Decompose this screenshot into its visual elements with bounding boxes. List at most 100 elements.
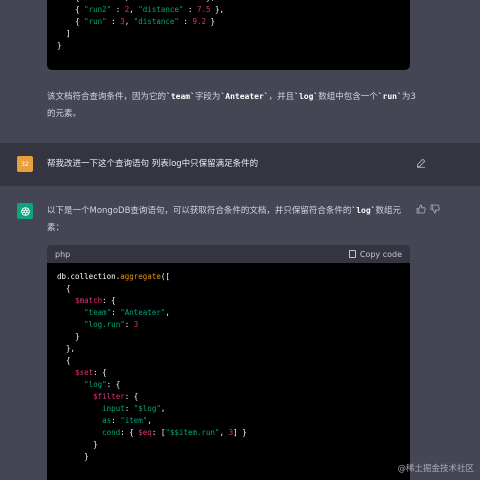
copy-code-button[interactable]: Copy code (348, 249, 402, 259)
code-token: "distance" (138, 0, 183, 2)
code-line: cond: { $eq: ["$$item.run", 3] } (57, 427, 400, 439)
thumbs-up-icon[interactable] (416, 204, 426, 214)
code-token: : { (93, 368, 107, 377)
user-message: 32 帮我改进一下这个查询语句 列表log中只保留满足条件的 (0, 143, 480, 186)
assistant-message-previous: { "run" : 1, "distance" : 8 }, { "run2" … (0, 0, 480, 143)
code-line: { "run2" : 2, "distance" : 7.5 }, (57, 4, 400, 16)
code-token: , (124, 17, 134, 26)
code-line: as: "item", (57, 415, 400, 427)
code-line: "log.run": 3 (57, 319, 400, 331)
code-line: "team": "Anteater", (57, 307, 400, 319)
code-line: db.collection.aggregate([ (57, 271, 400, 283)
code-token: "run" (84, 17, 107, 26)
code-token: : (111, 5, 125, 14)
code-block-header: php Copy code (47, 245, 410, 263)
code-line: $match: { (57, 295, 400, 307)
code-line: input: "$log", (57, 403, 400, 415)
code-language-label: php (55, 249, 71, 259)
code-token: , (160, 404, 166, 413)
code-token: : (124, 404, 134, 413)
code-token: "Anteater" (120, 308, 166, 317)
code-token: db.collection. (57, 272, 121, 281)
code-token: : { (120, 428, 139, 437)
code-line: } (57, 451, 400, 463)
code-token: cond (102, 428, 121, 437)
code-line: { (57, 283, 400, 295)
code-token: }, (210, 5, 225, 14)
code-line: { "run" : 3, "distance" : 9.2 } (57, 16, 400, 28)
code-line: ] (57, 28, 400, 40)
code-token: ([ (160, 272, 170, 281)
code-token: { (75, 0, 84, 2)
code-token: as (102, 416, 112, 425)
code-token: , (125, 0, 139, 2)
watermark: @稀土掘金技术社区 (397, 464, 474, 474)
code-token: { (75, 17, 85, 26)
code-token: "run2" (84, 5, 112, 14)
code-token: { (75, 5, 85, 14)
code-token: 3 (133, 320, 139, 329)
answer-paragraph: 以下是一个MongoDB查询语句，可以获取符合条件的文档，并只保留符合条件的`l… (47, 206, 402, 233)
feedback-buttons (416, 204, 440, 214)
code-token: aggregate (120, 272, 161, 281)
code-line: } (57, 331, 400, 343)
code-token: : (183, 0, 197, 2)
code-line: "log": { (57, 379, 400, 391)
code-token: $match (75, 296, 103, 305)
code-token: "distance" (133, 17, 179, 26)
code-token: 9.2 (192, 17, 207, 26)
code-token: : { (102, 296, 116, 305)
code-line: { (57, 355, 400, 367)
thumbs-down-icon[interactable] (430, 204, 440, 214)
code-token: "item" (120, 416, 148, 425)
clipboard-icon (348, 250, 356, 258)
copy-code-label: Copy code (359, 249, 402, 259)
code-token: "team" (84, 308, 112, 317)
code-token: : { (106, 380, 121, 389)
code-token: : (111, 308, 121, 317)
openai-logo-icon (20, 206, 30, 216)
answer-paragraph: 该文档符合查询条件，因为它的`team`字段为`Anteater`，并且`log… (47, 92, 416, 119)
code-block-previous: { "run" : 1, "distance" : 8 }, { "run2" … (47, 0, 410, 70)
code-token: }, (66, 344, 76, 353)
code-token: { (66, 284, 71, 293)
code-token: , (165, 308, 170, 317)
code-token: } (57, 41, 62, 50)
code-token: ] (66, 29, 71, 38)
code-content: db.collection.aggregate([ { $match: { "t… (47, 263, 410, 467)
code-token: "$$item.run" (165, 428, 220, 437)
code-token: } (84, 452, 89, 461)
code-token: ] } (233, 428, 247, 437)
code-line: $filter: { (57, 391, 400, 403)
code-token: : (178, 17, 193, 26)
code-token: "log" (84, 380, 107, 389)
code-token: : (124, 320, 134, 329)
code-token: : (111, 416, 121, 425)
code-line: $set: { (57, 367, 400, 379)
code-token: "$log" (133, 404, 161, 413)
code-line: }, (57, 343, 400, 355)
code-block: php Copy code db.collection.aggregate([ … (47, 245, 410, 480)
assistant-message: 以下是一个MongoDB查询语句，可以获取符合条件的文档，并只保留符合条件的`l… (0, 186, 480, 480)
assistant-avatar (17, 203, 33, 219)
code-token: : (107, 0, 121, 2)
code-token: } (206, 17, 216, 26)
code-token: }, (202, 0, 215, 2)
code-token: , (219, 428, 229, 437)
user-message-text: 帮我改进一下这个查询语句 列表log中只保留满足条件的 (47, 159, 259, 169)
code-token: : { (124, 392, 139, 401)
code-content: { "run" : 1, "distance" : 8 }, { "run2" … (47, 0, 410, 56)
code-token: : (106, 17, 121, 26)
code-token: , (129, 5, 139, 14)
code-token: $filter (93, 392, 125, 401)
code-token: $eq (138, 428, 152, 437)
edit-icon[interactable] (416, 158, 426, 168)
code-token: { (66, 356, 71, 365)
code-line: } (57, 439, 400, 451)
code-token: "log.run" (84, 320, 125, 329)
code-token: } (75, 332, 80, 341)
code-token: : (183, 5, 197, 14)
code-token: input (102, 404, 125, 413)
code-line: } (57, 40, 400, 52)
code-token: 7.5 (196, 5, 211, 14)
